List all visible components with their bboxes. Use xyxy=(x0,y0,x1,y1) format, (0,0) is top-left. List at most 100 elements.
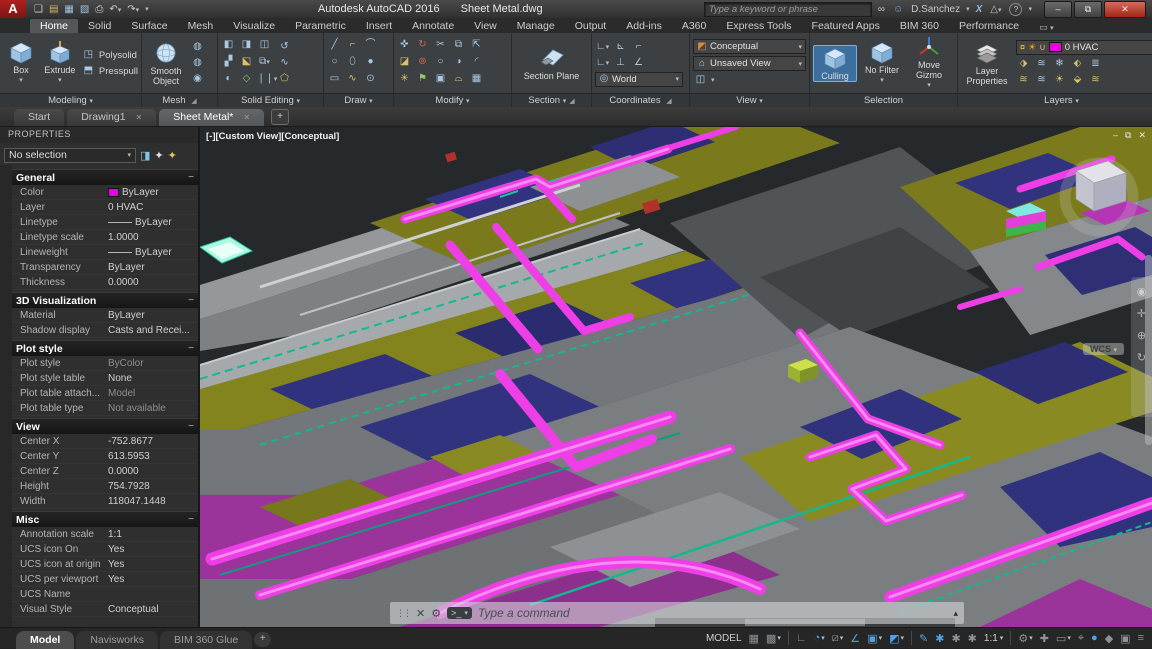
close-tab-icon[interactable]: ✕ xyxy=(136,109,143,126)
arc-icon[interactable]: ⌒ xyxy=(363,38,378,52)
ribbon-tab-annotate[interactable]: Annotate xyxy=(402,19,464,33)
panel-label-coordinates[interactable]: Coordinates ◢ xyxy=(592,93,689,107)
close-tab-icon[interactable]: ✕ xyxy=(243,109,250,126)
layout-tab-model[interactable]: Model xyxy=(16,631,74,649)
panel-label-draw[interactable]: Draw ▾ xyxy=(324,93,393,107)
refine-mesh-icon[interactable]: ◉ xyxy=(190,72,205,86)
presspull-button[interactable]: ⬒ Presspull xyxy=(81,64,138,78)
ribbon-tab-visualize[interactable]: Visualize xyxy=(223,19,285,33)
trim-icon[interactable]: ✂ xyxy=(433,38,448,52)
selection-dropdown[interactable]: No selection ▾ xyxy=(4,148,136,163)
make-current-icon[interactable]: ≣ xyxy=(1088,57,1103,71)
solid-union-icon[interactable]: ◧ xyxy=(221,38,236,52)
ribbon-tab-solid[interactable]: Solid xyxy=(78,19,121,33)
property-value[interactable]: 0.0000 xyxy=(108,277,198,288)
property-value[interactable]: ByColor xyxy=(108,358,198,369)
collapse-section-icon[interactable]: − xyxy=(188,172,194,183)
collapse-section-icon[interactable]: − xyxy=(188,514,194,525)
ribbon-minimize-button[interactable]: ▭ ▾ xyxy=(1039,22,1054,33)
save-icon[interactable]: ▦ xyxy=(64,4,73,15)
file-tab-drawing1[interactable]: Drawing1✕ xyxy=(67,109,156,126)
erase-icon[interactable]: ◪ xyxy=(397,55,412,69)
file-tab-sheet-metal[interactable]: Sheet Metal*✕ xyxy=(159,109,264,126)
panel-label-mesh[interactable]: Mesh ◢ xyxy=(142,93,217,107)
chevron-down-icon[interactable]: ▾ xyxy=(711,76,715,84)
panel-label-modeling[interactable]: Modeling ▾ xyxy=(0,93,141,107)
visual-style-dropdown[interactable]: ◩ Conceptual ▾ xyxy=(693,39,806,54)
extrude-button[interactable]: Extrude▾ xyxy=(42,40,78,86)
property-value[interactable]: -752.8677 xyxy=(108,436,198,447)
culling-button[interactable]: Culling xyxy=(813,45,857,82)
stretch-icon[interactable]: ⇱ xyxy=(469,38,484,52)
ribbon-tab-a360[interactable]: A360 xyxy=(672,19,717,33)
measure-icon[interactable]: ▦ xyxy=(469,72,484,86)
property-value[interactable]: Model xyxy=(108,388,198,399)
viewport-vertical-scrollbar[interactable] xyxy=(1145,255,1152,445)
ribbon-tab-featured-apps[interactable]: Featured Apps xyxy=(802,19,890,33)
property-value[interactable]: ByLayer xyxy=(108,217,198,228)
smooth-more-icon[interactable]: ◍ xyxy=(190,40,205,54)
viewcube[interactable] xyxy=(1054,149,1144,241)
ucs-previous-icon[interactable]: ∟▾ xyxy=(595,56,610,70)
viewport-minimize-icon[interactable]: ‒ xyxy=(1113,130,1118,141)
taper-faces-icon[interactable]: ⧉▾ xyxy=(257,55,272,69)
command-bar-grip[interactable]: ⋮⋮ xyxy=(396,608,410,619)
layout-tab-navisworks[interactable]: Navisworks xyxy=(76,631,158,649)
viewport-view-label[interactable]: [-][Custom View][Conceptual] xyxy=(206,131,339,142)
property-value[interactable]: 0.0000 xyxy=(108,466,198,477)
sign-in-icon[interactable]: ☺ xyxy=(893,4,903,15)
fillet-icon[interactable]: ◜ xyxy=(469,55,484,69)
annotation-visibility-icon[interactable]: ✱ xyxy=(935,632,944,645)
clean-screen-icon[interactable]: ▣ xyxy=(1120,632,1130,645)
property-value[interactable]: 1:1 xyxy=(108,529,198,540)
ribbon-tab-insert[interactable]: Insert xyxy=(356,19,402,33)
ribbon-tab-output[interactable]: Output xyxy=(565,19,617,33)
collapse-section-icon[interactable]: − xyxy=(188,295,194,306)
crosshair-icon[interactable]: ✚ xyxy=(1040,632,1049,645)
dynamic-input-icon[interactable]: ✎ xyxy=(919,632,928,645)
layer-properties-button[interactable]: Layer Properties xyxy=(961,41,1013,86)
fillet-edge-icon[interactable]: ⬕ xyxy=(239,55,254,69)
collapse-section-icon[interactable]: − xyxy=(188,343,194,354)
minimize-button[interactable]: ‒ xyxy=(1044,1,1072,18)
grid-display-icon[interactable]: ▦ xyxy=(749,632,759,645)
ellipse-icon[interactable]: ⬯ xyxy=(345,55,360,69)
solid-subtract-icon[interactable]: ◨ xyxy=(239,38,254,52)
customization-icon[interactable]: ≡ xyxy=(1138,632,1144,644)
polar-tracking-icon[interactable]: ◔▾ xyxy=(814,632,825,644)
search-input[interactable]: Type a keyword or phrase xyxy=(704,2,872,17)
drawing-viewport[interactable]: [-][Custom View][Conceptual] ‒ ⧉ ✕ WCS ▾… xyxy=(200,127,1152,627)
help-menu-chevron-icon[interactable]: ▾ xyxy=(1028,5,1032,13)
polyline-icon[interactable]: ⌐ xyxy=(345,38,360,52)
ucs-z-icon[interactable]: ⊥ xyxy=(613,56,628,70)
close-button[interactable]: ✕ xyxy=(1104,1,1146,18)
new-file-icon[interactable]: ❏ xyxy=(34,4,43,15)
app-manager-icon[interactable]: △▾ xyxy=(990,4,1001,15)
property-value[interactable]: ByLayer xyxy=(108,247,198,258)
rectangle-icon[interactable]: ▭ xyxy=(327,72,342,86)
rotate-icon[interactable]: ↻ xyxy=(415,38,430,52)
blend-icon[interactable]: ⌓ xyxy=(451,72,466,86)
viewport-restore-icon[interactable]: ⧉ xyxy=(1125,130,1131,141)
toggle-pickadd-icon[interactable]: ◨ xyxy=(140,149,150,162)
new-drawing-tab-button[interactable]: + xyxy=(271,109,289,125)
user-menu-chevron-icon[interactable]: ▾ xyxy=(966,5,970,13)
save-as-icon[interactable]: ▧ xyxy=(80,4,89,15)
layer-lock2-icon[interactable]: ⬖ xyxy=(1070,57,1085,71)
application-menu-button[interactable]: A xyxy=(0,0,26,18)
ribbon-tab-manage[interactable]: Manage xyxy=(507,19,565,33)
mirror-icon[interactable]: ◑ xyxy=(451,55,466,69)
open-file-icon[interactable]: ▤ xyxy=(49,4,58,15)
viewport-close-icon[interactable]: ✕ xyxy=(1138,130,1146,141)
property-value[interactable]: ByLayer xyxy=(108,187,198,198)
new-layout-tab-button[interactable]: + xyxy=(254,632,271,647)
layout-tab-bim-360-glue[interactable]: BIM 360 Glue xyxy=(160,631,252,649)
scale-icon[interactable]: ⊚ xyxy=(415,55,430,69)
ribbon-tab-surface[interactable]: Surface xyxy=(121,19,177,33)
layer-dropdown[interactable]: ¤ ☀ ∪ 0 HVAC ▾ xyxy=(1016,40,1152,55)
isolate-objects-icon[interactable]: ⌖ xyxy=(1078,632,1084,645)
align-icon[interactable]: ⚑ xyxy=(415,72,430,86)
layer-walk-icon[interactable]: ≋ xyxy=(1088,73,1103,87)
section-header-misc[interactable]: Misc− xyxy=(12,511,198,527)
spline-icon[interactable]: ∿ xyxy=(345,72,360,86)
